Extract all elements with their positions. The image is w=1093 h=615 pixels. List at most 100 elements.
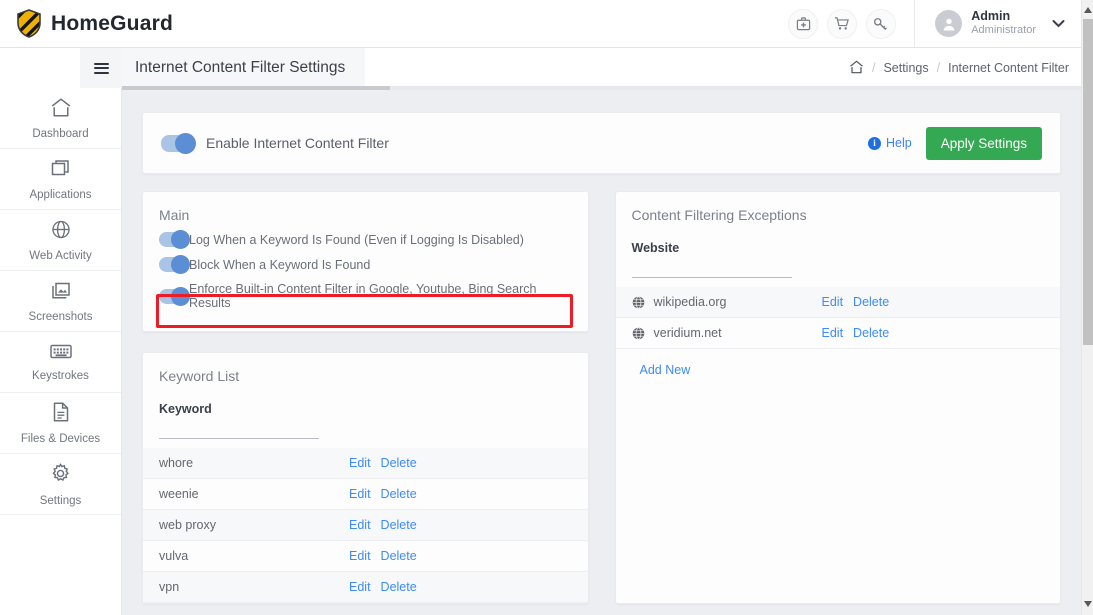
sidebar-item-screenshots[interactable]: Screenshots — [0, 271, 121, 332]
enable-filter-card: Enable Internet Content Filter i Help Ap… — [142, 112, 1061, 174]
table-row[interactable]: veridium.net Edit Delete — [615, 318, 1060, 349]
delete-link[interactable]: Delete — [381, 580, 417, 594]
application-window: HomeGuard Admin Administrator Internet C… — [0, 0, 1093, 615]
key-icon[interactable] — [866, 8, 897, 39]
row-actions: Edit Delete — [349, 456, 417, 470]
table-row[interactable]: wikipedia.org Edit Delete — [615, 287, 1060, 318]
sidebar-item-label: Settings — [39, 494, 82, 507]
keyword-value: whore — [159, 456, 194, 470]
row-actions: Edit Delete — [349, 487, 417, 501]
sidebar-item-dashboard[interactable]: Dashboard — [0, 88, 121, 149]
right-column: Content Filtering Exceptions Website wik… — [614, 191, 1061, 604]
row-actions: Edit Delete — [349, 580, 417, 594]
website-column-header: Website — [631, 241, 680, 255]
sidebar-item-applications[interactable]: Applications — [0, 149, 121, 210]
exceptions-panel-title: Content Filtering Exceptions — [631, 207, 807, 223]
keyword-value: web proxy — [159, 518, 216, 532]
header-right-cluster: Admin Administrator — [788, 0, 1081, 47]
panel-columns: Main Log When a Keyword Is Found (Even i… — [142, 191, 1061, 604]
sidebar-item-label: Dashboard — [32, 127, 89, 140]
table-row[interactable]: weenie Edit Delete — [143, 479, 588, 510]
delete-link[interactable]: Delete — [381, 487, 417, 501]
page-header-bar: Internet Content Filter Settings / Setti… — [0, 48, 1081, 88]
sidebar-item-label: Applications — [29, 188, 92, 201]
keyword-column-header: Keyword — [159, 402, 212, 416]
apply-settings-button[interactable]: Apply Settings — [925, 126, 1042, 160]
scrollbar-thumb[interactable] — [1083, 19, 1093, 345]
delete-link[interactable]: Delete — [853, 295, 889, 309]
delete-link[interactable]: Delete — [381, 549, 417, 563]
exceptions-panel: Content Filtering Exceptions Website wik… — [614, 191, 1061, 604]
add-new-exception-link[interactable]: Add New — [616, 349, 1061, 393]
image-icon — [50, 280, 72, 306]
shield-logo-icon — [16, 9, 42, 38]
website-value: veridium.net — [653, 326, 722, 340]
edit-link[interactable]: Edit — [349, 487, 371, 501]
enable-filter-toggle[interactable] — [161, 132, 196, 154]
keyword-list-panel: Keyword List Keyword whore Edit Delete w… — [142, 352, 589, 604]
breadcrumb-item-current: Internet Content Filter — [948, 61, 1069, 75]
option-label: Block When a Keyword Is Found — [189, 257, 371, 272]
globe-icon — [50, 219, 72, 245]
option-row-block-keyword: Block When a Keyword Is Found — [143, 252, 588, 277]
breadcrumb-home-icon[interactable] — [849, 60, 864, 77]
delete-link[interactable]: Delete — [853, 326, 889, 340]
left-column: Main Log When a Keyword Is Found (Even i… — [142, 191, 589, 604]
edit-link[interactable]: Edit — [349, 518, 371, 532]
user-name: Admin — [971, 8, 1011, 23]
user-role: Administrator — [971, 24, 1036, 37]
edit-link[interactable]: Edit — [349, 580, 371, 594]
website-value: wikipedia.org — [653, 295, 727, 309]
brand-name: HomeGuard — [51, 11, 173, 35]
sidebar-item-label: Web Activity — [29, 249, 92, 262]
cart-icon[interactable] — [827, 8, 858, 39]
row-actions: Edit Delete — [822, 295, 890, 309]
main-content: Enable Internet Content Filter i Help Ap… — [122, 90, 1081, 615]
delete-link[interactable]: Delete — [381, 518, 417, 532]
log-keyword-toggle[interactable] — [159, 230, 190, 249]
sidebar-item-label: Files & Devices — [20, 433, 101, 445]
table-row[interactable]: vpn Edit Delete — [143, 572, 588, 603]
keyword-value: vpn — [159, 580, 180, 594]
main-options-panel: Main Log When a Keyword Is Found (Even i… — [142, 191, 589, 332]
user-info: Admin Administrator — [971, 9, 1036, 38]
website-cell: veridium.net — [632, 326, 822, 340]
scroll-down-arrow-icon[interactable] — [1082, 597, 1093, 611]
sidebar-item-settings[interactable]: Settings — [0, 454, 121, 515]
page-title: Internet Content Filter Settings — [122, 48, 366, 88]
enable-card-actions: i Help Apply Settings — [867, 126, 1042, 160]
brand-logo[interactable]: HomeGuard — [0, 9, 173, 38]
sidebar-item-keystrokes[interactable]: Keystrokes — [0, 332, 121, 393]
table-row[interactable]: vulva Edit Delete — [143, 541, 588, 572]
chevron-down-icon[interactable] — [1052, 16, 1065, 31]
main-panel-title: Main — [159, 207, 190, 223]
user-menu[interactable]: Admin Administrator — [914, 0, 1081, 47]
sidebar-item-web-activity[interactable]: Web Activity — [0, 210, 121, 271]
globe-favicon-icon — [632, 326, 645, 340]
delete-link[interactable]: Delete — [381, 456, 417, 470]
table-row[interactable]: whore Edit Delete — [143, 448, 588, 479]
edit-link[interactable]: Edit — [822, 326, 844, 340]
help-link[interactable]: i Help — [867, 136, 912, 150]
scroll-up-arrow-icon[interactable] — [1082, 3, 1093, 17]
enable-filter-label: Enable Internet Content Filter — [206, 135, 389, 151]
website-cell: wikipedia.org — [632, 295, 822, 309]
option-label: Enforce Built-in Content Filter in Googl… — [189, 282, 537, 310]
vertical-scrollbar[interactable] — [1081, 0, 1093, 615]
edit-link[interactable]: Edit — [349, 549, 371, 563]
edit-link[interactable]: Edit — [822, 295, 844, 309]
keyword-value: vulva — [159, 549, 189, 563]
globe-favicon-icon — [632, 295, 645, 309]
edit-link[interactable]: Edit — [349, 456, 371, 470]
avatar — [935, 10, 963, 37]
menu-toggle-button[interactable] — [80, 48, 122, 88]
block-keyword-toggle[interactable] — [159, 255, 190, 274]
sidebar-item-files-devices[interactable]: Files & Devices — [0, 393, 121, 454]
row-actions: Edit Delete — [822, 326, 890, 340]
first-aid-icon[interactable] — [788, 8, 819, 39]
table-row[interactable]: web proxy Edit Delete — [143, 510, 588, 541]
windows-icon — [50, 158, 72, 184]
breadcrumb-item-settings[interactable]: Settings — [883, 61, 928, 75]
breadcrumb-separator-1: / — [871, 61, 876, 75]
enforce-builtin-filter-toggle[interactable] — [159, 286, 190, 306]
